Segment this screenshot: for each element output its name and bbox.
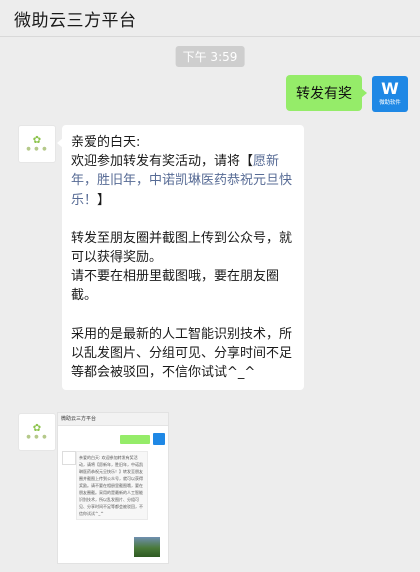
- message-invite: 欢迎参加转发有奖活动，请将【愿新年，胜旧年，中诺凯琳医药恭祝元旦快乐！】: [71, 152, 294, 210]
- thumbnail-title: 微助云三方平台: [58, 413, 168, 426]
- avatar-dots-icon: ● ● ●: [26, 434, 48, 440]
- user-avatar[interactable]: W 微助软件: [372, 76, 408, 112]
- thumbnail-photo: [134, 537, 160, 557]
- thumbnail-outgoing-bubble: [120, 435, 150, 444]
- thumbnail-avatar: [153, 433, 165, 445]
- message-ai-notice: 采用的是最新的人工智能识别技术，所以乱发图片、分组可见、分享时间不足等都会被驳回…: [71, 326, 293, 381]
- message-invite-suffix: 】: [97, 192, 111, 208]
- message-greeting: 亲爱的白天:: [71, 135, 141, 150]
- bot-avatar-2[interactable]: ✿ ● ● ●: [18, 413, 56, 451]
- message-invite-prefix: 欢迎参加转发有奖活动，请将【: [71, 154, 254, 170]
- message-warning: 请不要在相册里截图哦，要在朋友圈截。: [71, 269, 280, 304]
- thumbnail-text: 亲爱的白天: 欢迎参加转发有奖活动，请将【愿新年，胜旧年，中诺凯琳医药恭祝元旦快…: [76, 451, 148, 520]
- sprout-icon: ✿: [32, 135, 42, 146]
- avatar-dots-icon: ● ● ●: [26, 146, 48, 152]
- chat-header: 微助云三方平台: [0, 0, 420, 37]
- message-timestamp: 下午 3:59: [175, 46, 245, 67]
- chat-title: 微助云三方平台: [14, 11, 137, 31]
- message-share-instruction: 转发至朋友圈并截图上传到公众号，就可以获得奖励。: [71, 230, 293, 266]
- brand-w-icon: W: [381, 79, 399, 98]
- sprout-icon: ✿: [32, 423, 42, 434]
- thumbnail-bot-avatar: [62, 451, 76, 465]
- outgoing-message-text: 转发有奖: [296, 86, 352, 102]
- image-message-thumbnail[interactable]: 微助云三方平台 亲爱的白天: 欢迎参加转发有奖活动，请将【愿新年，胜旧年，中诺凯…: [57, 412, 169, 564]
- outgoing-message-bubble[interactable]: 转发有奖: [286, 75, 367, 111]
- incoming-message-bubble[interactable]: 亲爱的白天: 欢迎参加转发有奖活动，请将【愿新年，胜旧年，中诺凯琳医药恭祝元旦快…: [57, 125, 304, 391]
- avatar-label: 微助软件: [379, 99, 401, 106]
- bot-avatar[interactable]: ✿ ● ● ●: [18, 125, 56, 163]
